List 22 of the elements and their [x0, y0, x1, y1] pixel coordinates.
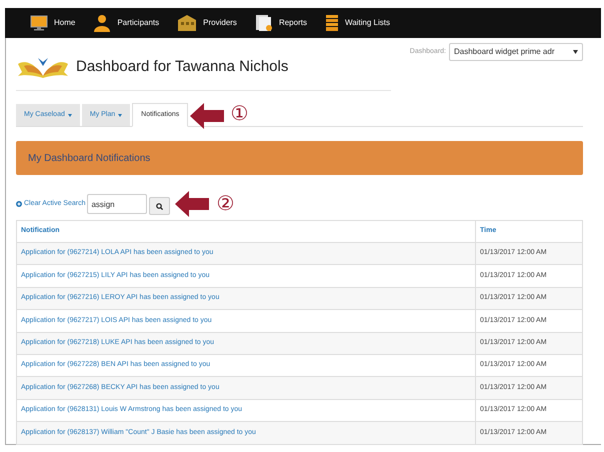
nav-link[interactable]: Reports — [254, 14, 307, 32]
monitor-icon — [30, 15, 48, 31]
nav-link[interactable]: Participants — [93, 14, 160, 32]
page-title: Dashboard for Tawanna Nichols — [76, 56, 288, 77]
callout-number: ① — [230, 104, 248, 124]
pointer-arrow-icon — [175, 191, 210, 217]
nav-link[interactable]: Waiting Lists — [324, 14, 390, 32]
notifications-banner: My Dashboard Notifications — [16, 141, 583, 175]
nav-link[interactable]: Home — [30, 15, 76, 31]
building-icon — [177, 14, 198, 32]
search-field[interactable]: assign — [87, 194, 148, 214]
stack-icon — [324, 14, 339, 32]
search-button[interactable] — [149, 197, 170, 215]
person-icon — [93, 14, 112, 32]
dashboard-dropdown[interactable]: Dashboard widget prime adr — [449, 43, 583, 61]
plus-circle-icon — [16, 201, 22, 207]
callout-number: ② — [216, 194, 234, 214]
nav-link[interactable]: Providers — [177, 14, 237, 32]
document-icon — [254, 14, 273, 32]
search-icon — [156, 202, 164, 210]
pointer-arrow-icon — [190, 103, 224, 129]
caret-icon — [573, 50, 578, 54]
